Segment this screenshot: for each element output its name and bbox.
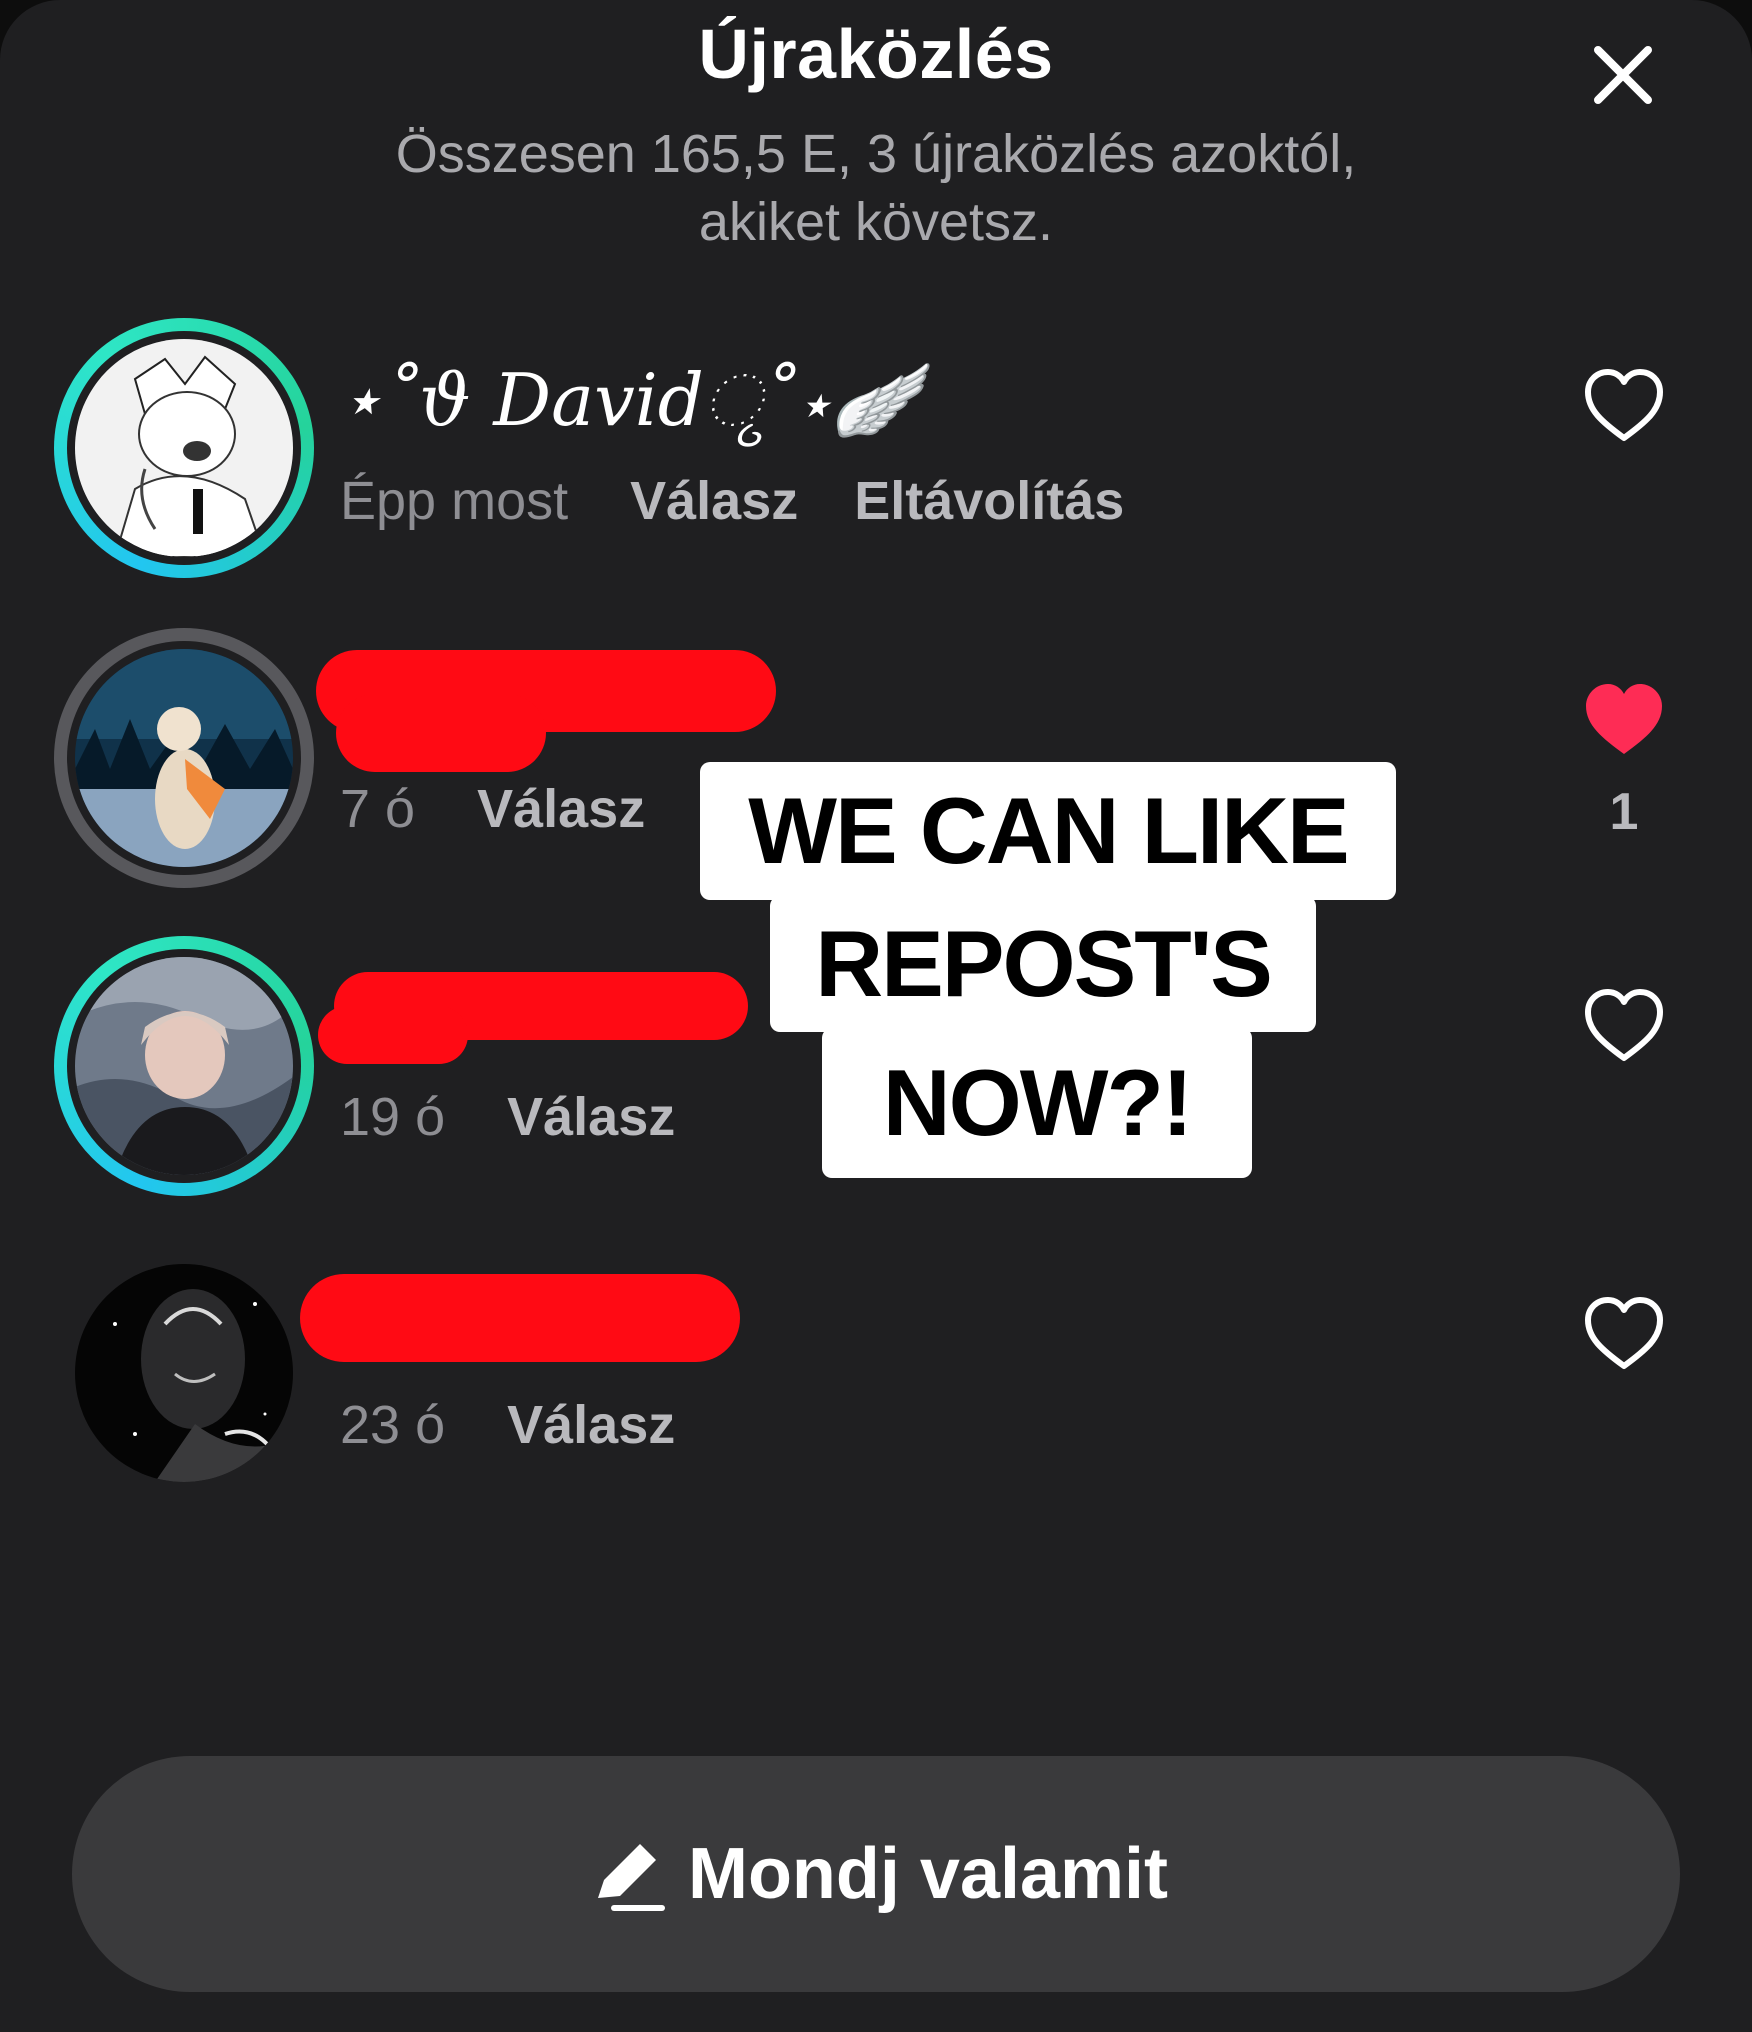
reply-button[interactable]: Válasz [507,1087,675,1147]
overlay-caption-line: WE CAN LIKE [700,762,1396,900]
reply-button[interactable]: Válasz [507,1395,675,1455]
reposts-sheet: Újraközlés Összesen 165,5 E, 3 újraközlé… [0,0,1752,2032]
redaction-mark [336,694,546,772]
comment-placeholder: Mondj valamit [687,1834,1169,1914]
close-icon[interactable] [1588,40,1658,110]
timestamp: 7 ó [340,779,416,839]
overlay-caption-line: REPOST'S [770,896,1316,1032]
reply-button[interactable]: Válasz [630,471,798,531]
avatar [75,649,293,867]
repost-meta: 19 ó Válasz [340,1086,731,1148]
avatar [75,957,293,1175]
redacted-username [300,1274,740,1362]
timestamp: 19 ó [340,1087,446,1147]
reply-button[interactable]: Válasz [477,779,645,839]
overlay-caption-line: NOW?! [822,1028,1252,1178]
heart-filled-icon[interactable] [1582,682,1666,758]
pencil-icon [597,1844,665,1911]
heart-outline-icon[interactable] [1582,368,1666,444]
comment-input[interactable]: Mondj valamit [72,1756,1680,1992]
username[interactable]: ⋆˚ϑ Davidୃ˚⋆🪽 [338,358,920,444]
repost-meta: 23 ó Válasz [340,1394,731,1456]
avatar [75,339,293,557]
avatar-story-ring[interactable] [54,936,314,1196]
repost-meta: Épp most Válasz Eltávolítás [340,470,1180,532]
remove-button[interactable]: Eltávolítás [854,471,1124,531]
avatar-story-ring[interactable] [54,318,314,578]
heart-outline-icon[interactable] [1582,988,1666,1064]
repost-row: ⋆˚ϑ Davidୃ˚⋆🪽 Épp most Válasz Eltávolítás [0,318,1752,578]
redaction-mark [318,1006,468,1064]
timestamp: Épp most [340,471,569,531]
sheet-title: Újraközlés [698,15,1054,93]
repost-meta: 7 ó Válasz [340,778,701,840]
like-count: 1 [1609,783,1639,841]
avatar-story-ring[interactable] [54,628,314,888]
heart-outline-icon[interactable] [1582,1296,1666,1372]
repost-summary: Összesen 165,5 E, 3 újraközlés azoktól, … [395,124,1357,252]
repost-row: 23 ó Válasz [0,1264,1752,1524]
avatar[interactable] [75,1264,293,1482]
timestamp: 23 ó [340,1395,446,1455]
